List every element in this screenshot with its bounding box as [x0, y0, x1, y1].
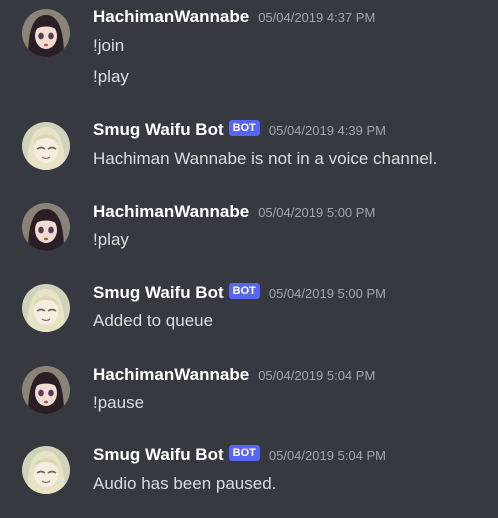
username[interactable]: HachimanWannabe [93, 202, 249, 221]
username[interactable]: HachimanWannabe [93, 7, 249, 26]
message-text: !play [93, 230, 129, 249]
username[interactable]: Smug Waifu Bot [93, 283, 224, 302]
timestamp[interactable]: 05/04/2019 4:37 PM [258, 10, 375, 25]
message-header: HachimanWannabe 05/04/2019 5:04 PM [93, 365, 375, 387]
username[interactable]: Smug Waifu Bot [93, 445, 224, 464]
message-text: !join [93, 36, 125, 55]
message-text: !pause [93, 393, 145, 412]
message-text: !play [93, 67, 129, 86]
bot-badge: BOT [228, 445, 260, 461]
message-text: Added to queue [93, 311, 214, 330]
timestamp[interactable]: 05/04/2019 5:04 PM [258, 368, 375, 383]
message-header: Smug Waifu Bot BOT 05/04/2019 4:39 PM [93, 120, 386, 142]
bot-badge: BOT [228, 283, 260, 299]
message-header: HachimanWannabe 05/04/2019 4:37 PM [93, 7, 375, 29]
blonde-girl-avatar-icon[interactable] [22, 122, 70, 170]
message-text: Hachiman Wannabe is not in a voice chann… [93, 149, 438, 168]
message-header: Smug Waifu Bot BOT 05/04/2019 5:00 PM [93, 283, 386, 305]
blonde-girl-avatar-icon[interactable] [22, 284, 70, 332]
dark-haired-girl-avatar-icon[interactable] [22, 366, 70, 414]
username[interactable]: Smug Waifu Bot [93, 120, 224, 139]
timestamp[interactable]: 05/04/2019 5:00 PM [258, 205, 375, 220]
dark-haired-girl-avatar-icon[interactable] [22, 203, 70, 251]
timestamp[interactable]: 05/04/2019 5:00 PM [269, 286, 386, 301]
message-header: Smug Waifu Bot BOT 05/04/2019 5:04 PM [93, 445, 386, 467]
dark-haired-girl-avatar-icon[interactable] [22, 9, 70, 57]
blonde-girl-avatar-icon[interactable] [22, 446, 70, 494]
message-text: Audio has been paused. [93, 474, 277, 493]
timestamp[interactable]: 05/04/2019 5:04 PM [269, 448, 386, 463]
username[interactable]: HachimanWannabe [93, 365, 249, 384]
bot-badge: BOT [228, 120, 260, 136]
message-header: HachimanWannabe 05/04/2019 5:00 PM [93, 202, 375, 224]
timestamp[interactable]: 05/04/2019 4:39 PM [269, 123, 386, 138]
